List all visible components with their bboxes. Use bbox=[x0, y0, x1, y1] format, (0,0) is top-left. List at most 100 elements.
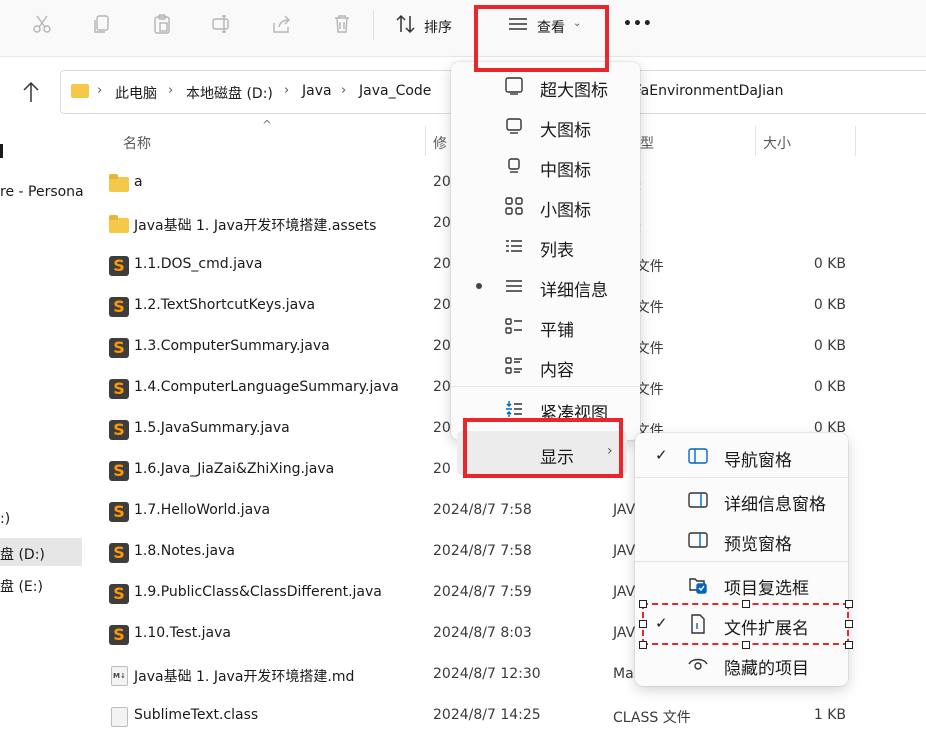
sublime-icon: S bbox=[109, 625, 129, 645]
delete-icon[interactable] bbox=[330, 12, 354, 36]
sort-button[interactable]: 排序 bbox=[424, 17, 452, 37]
file-date: 20 bbox=[433, 379, 451, 395]
breadcrumb-current-folder[interactable]: iFaEnvironmentDaJian bbox=[630, 83, 783, 99]
file-date: 20 bbox=[433, 174, 451, 190]
resize-handle bbox=[845, 620, 853, 628]
menu-item-view-0[interactable]: 超大图标 bbox=[451, 66, 640, 106]
breadcrumb-this-pc[interactable]: 此电脑 bbox=[115, 83, 157, 103]
extra-large-icons-icon bbox=[503, 76, 525, 96]
resize-handle bbox=[639, 641, 647, 649]
resize-handle bbox=[845, 600, 853, 608]
menu-item-view-7[interactable]: 内容 bbox=[451, 346, 640, 386]
file-date: 20 bbox=[433, 215, 451, 231]
file-date: 2024/8/7 8:03 bbox=[433, 625, 532, 641]
menu-item-view-2[interactable]: 中图标 bbox=[451, 146, 640, 186]
hidden-items-icon bbox=[687, 654, 709, 674]
menu-item-label: 列表 bbox=[540, 241, 574, 261]
breadcrumb-java-code[interactable]: Java_Code bbox=[359, 83, 431, 99]
column-header-name[interactable]: 名称 bbox=[123, 133, 151, 153]
resize-handle bbox=[742, 641, 750, 649]
up-arrow-icon[interactable] bbox=[21, 80, 41, 108]
column-header-modified[interactable]: 修 bbox=[433, 133, 447, 153]
file-name: 1.7.HelloWorld.java bbox=[134, 502, 271, 518]
menu-item-view-4[interactable]: 列表 bbox=[451, 226, 640, 266]
column-header-type[interactable]: 型 bbox=[640, 133, 654, 153]
sidebar-item-drive-c[interactable]: :) bbox=[0, 511, 10, 527]
class-file-icon bbox=[111, 707, 128, 727]
file-row[interactable]: SublimeText.class 2024/8/7 14:25 CLASS 文件 1… bbox=[100, 696, 926, 736]
share-icon[interactable] bbox=[270, 12, 294, 36]
submenu-item-5[interactable]: 隐藏的项目 bbox=[635, 644, 848, 684]
column-header-size[interactable]: 大小 bbox=[763, 133, 791, 153]
details-icon bbox=[503, 276, 525, 296]
file-date: 20 bbox=[433, 297, 451, 313]
menu-item-label: 小图标 bbox=[540, 201, 591, 221]
copy-icon[interactable] bbox=[90, 12, 114, 36]
menu-item-label: 超大图标 bbox=[540, 81, 608, 101]
file-name: 1.4.ComputerLanguageSummary.java bbox=[134, 379, 399, 395]
cut-icon[interactable] bbox=[30, 12, 54, 36]
submenu-item-3[interactable]: 项目复选框 bbox=[635, 564, 848, 604]
resize-handle bbox=[639, 600, 647, 608]
menu-item-view-6[interactable]: 平铺 bbox=[451, 306, 640, 346]
menu-item-label: 中图标 bbox=[540, 161, 591, 181]
sidebar-item-onedrive[interactable]: re - Persona bbox=[0, 184, 84, 200]
menu-item-label: 大图标 bbox=[540, 121, 591, 141]
menu-item-view-3[interactable]: 小图标 bbox=[451, 186, 640, 226]
folder-icon bbox=[71, 84, 89, 98]
column-divider[interactable] bbox=[855, 126, 856, 156]
breadcrumb-java[interactable]: Java bbox=[302, 83, 332, 99]
details-pane-icon bbox=[687, 490, 709, 510]
file-date: 20 bbox=[433, 420, 451, 436]
submenu-item-2[interactable]: 预览窗格 bbox=[635, 520, 848, 560]
menu-divider bbox=[451, 386, 640, 387]
highlight-view-button bbox=[474, 5, 609, 72]
file-name: a bbox=[134, 174, 143, 190]
sublime-icon: S bbox=[109, 584, 129, 604]
column-divider[interactable] bbox=[425, 126, 426, 156]
file-name: 1.2.TextShortcutKeys.java bbox=[134, 297, 316, 313]
chevron-right-icon: › bbox=[168, 83, 174, 98]
sublime-icon: S bbox=[109, 379, 129, 399]
sidebar-item-drive-d[interactable]: 盘 (D:) bbox=[0, 544, 45, 564]
column-divider[interactable] bbox=[755, 126, 756, 156]
file-size: 0 KB bbox=[813, 379, 846, 395]
command-bar: 排序 查看 ⌄ ••• bbox=[0, 0, 926, 56]
submenu-item-label: 导航窗格 bbox=[724, 451, 792, 471]
checkmark-icon: ✓ bbox=[655, 446, 668, 464]
submenu-item-0[interactable]: ✓ 导航窗格 bbox=[635, 436, 848, 476]
submenu-item-label: 预览窗格 bbox=[724, 535, 792, 555]
sort-icon[interactable] bbox=[394, 12, 418, 36]
file-date: 2024/8/7 7:59 bbox=[433, 584, 532, 600]
rename-icon[interactable] bbox=[210, 12, 234, 36]
sidebar-item-marker bbox=[0, 144, 3, 158]
file-type: JAV bbox=[613, 543, 636, 559]
menu-item-view-5[interactable]: 详细信息 bbox=[451, 266, 640, 306]
sidebar-item-drive-e[interactable]: 盘 (E:) bbox=[0, 576, 43, 596]
file-date: 2024/8/7 12:30 bbox=[433, 666, 541, 682]
file-name: Java基础 1. Java开发环境搭建.assets bbox=[134, 218, 377, 234]
resize-handle bbox=[845, 641, 853, 649]
paste-icon[interactable] bbox=[150, 12, 174, 36]
sort-ascending-icon: ^ bbox=[262, 118, 273, 132]
submenu-item-label: 项目复选框 bbox=[724, 579, 809, 599]
menu-item-view-1[interactable]: 大图标 bbox=[451, 106, 640, 146]
file-date: 2024/8/7 7:58 bbox=[433, 502, 532, 518]
file-name: 1.5.JavaSummary.java bbox=[134, 420, 290, 436]
large-icons-icon bbox=[503, 116, 525, 136]
chevron-right-icon: › bbox=[284, 83, 290, 98]
content-icon bbox=[503, 356, 525, 376]
sublime-icon: S bbox=[109, 543, 129, 563]
chevron-right-icon: › bbox=[97, 83, 103, 98]
sublime-icon: S bbox=[109, 256, 129, 276]
more-options-button[interactable]: ••• bbox=[623, 16, 653, 32]
item-checkbox-icon bbox=[687, 574, 709, 594]
file-type: JAV bbox=[613, 584, 636, 600]
file-name: 1.1.DOS_cmd.java bbox=[134, 256, 263, 272]
file-name: 1.6.Java_JiaZai&ZhiXing.java bbox=[134, 461, 335, 477]
breadcrumb-drive-d[interactable]: 本地磁盘 (D:) bbox=[186, 83, 273, 103]
submenu-item-label: 详细信息窗格 bbox=[724, 495, 826, 515]
menu-item-label: 平铺 bbox=[540, 321, 574, 341]
resize-handle bbox=[639, 620, 647, 628]
submenu-item-1[interactable]: 详细信息窗格 bbox=[635, 480, 848, 520]
